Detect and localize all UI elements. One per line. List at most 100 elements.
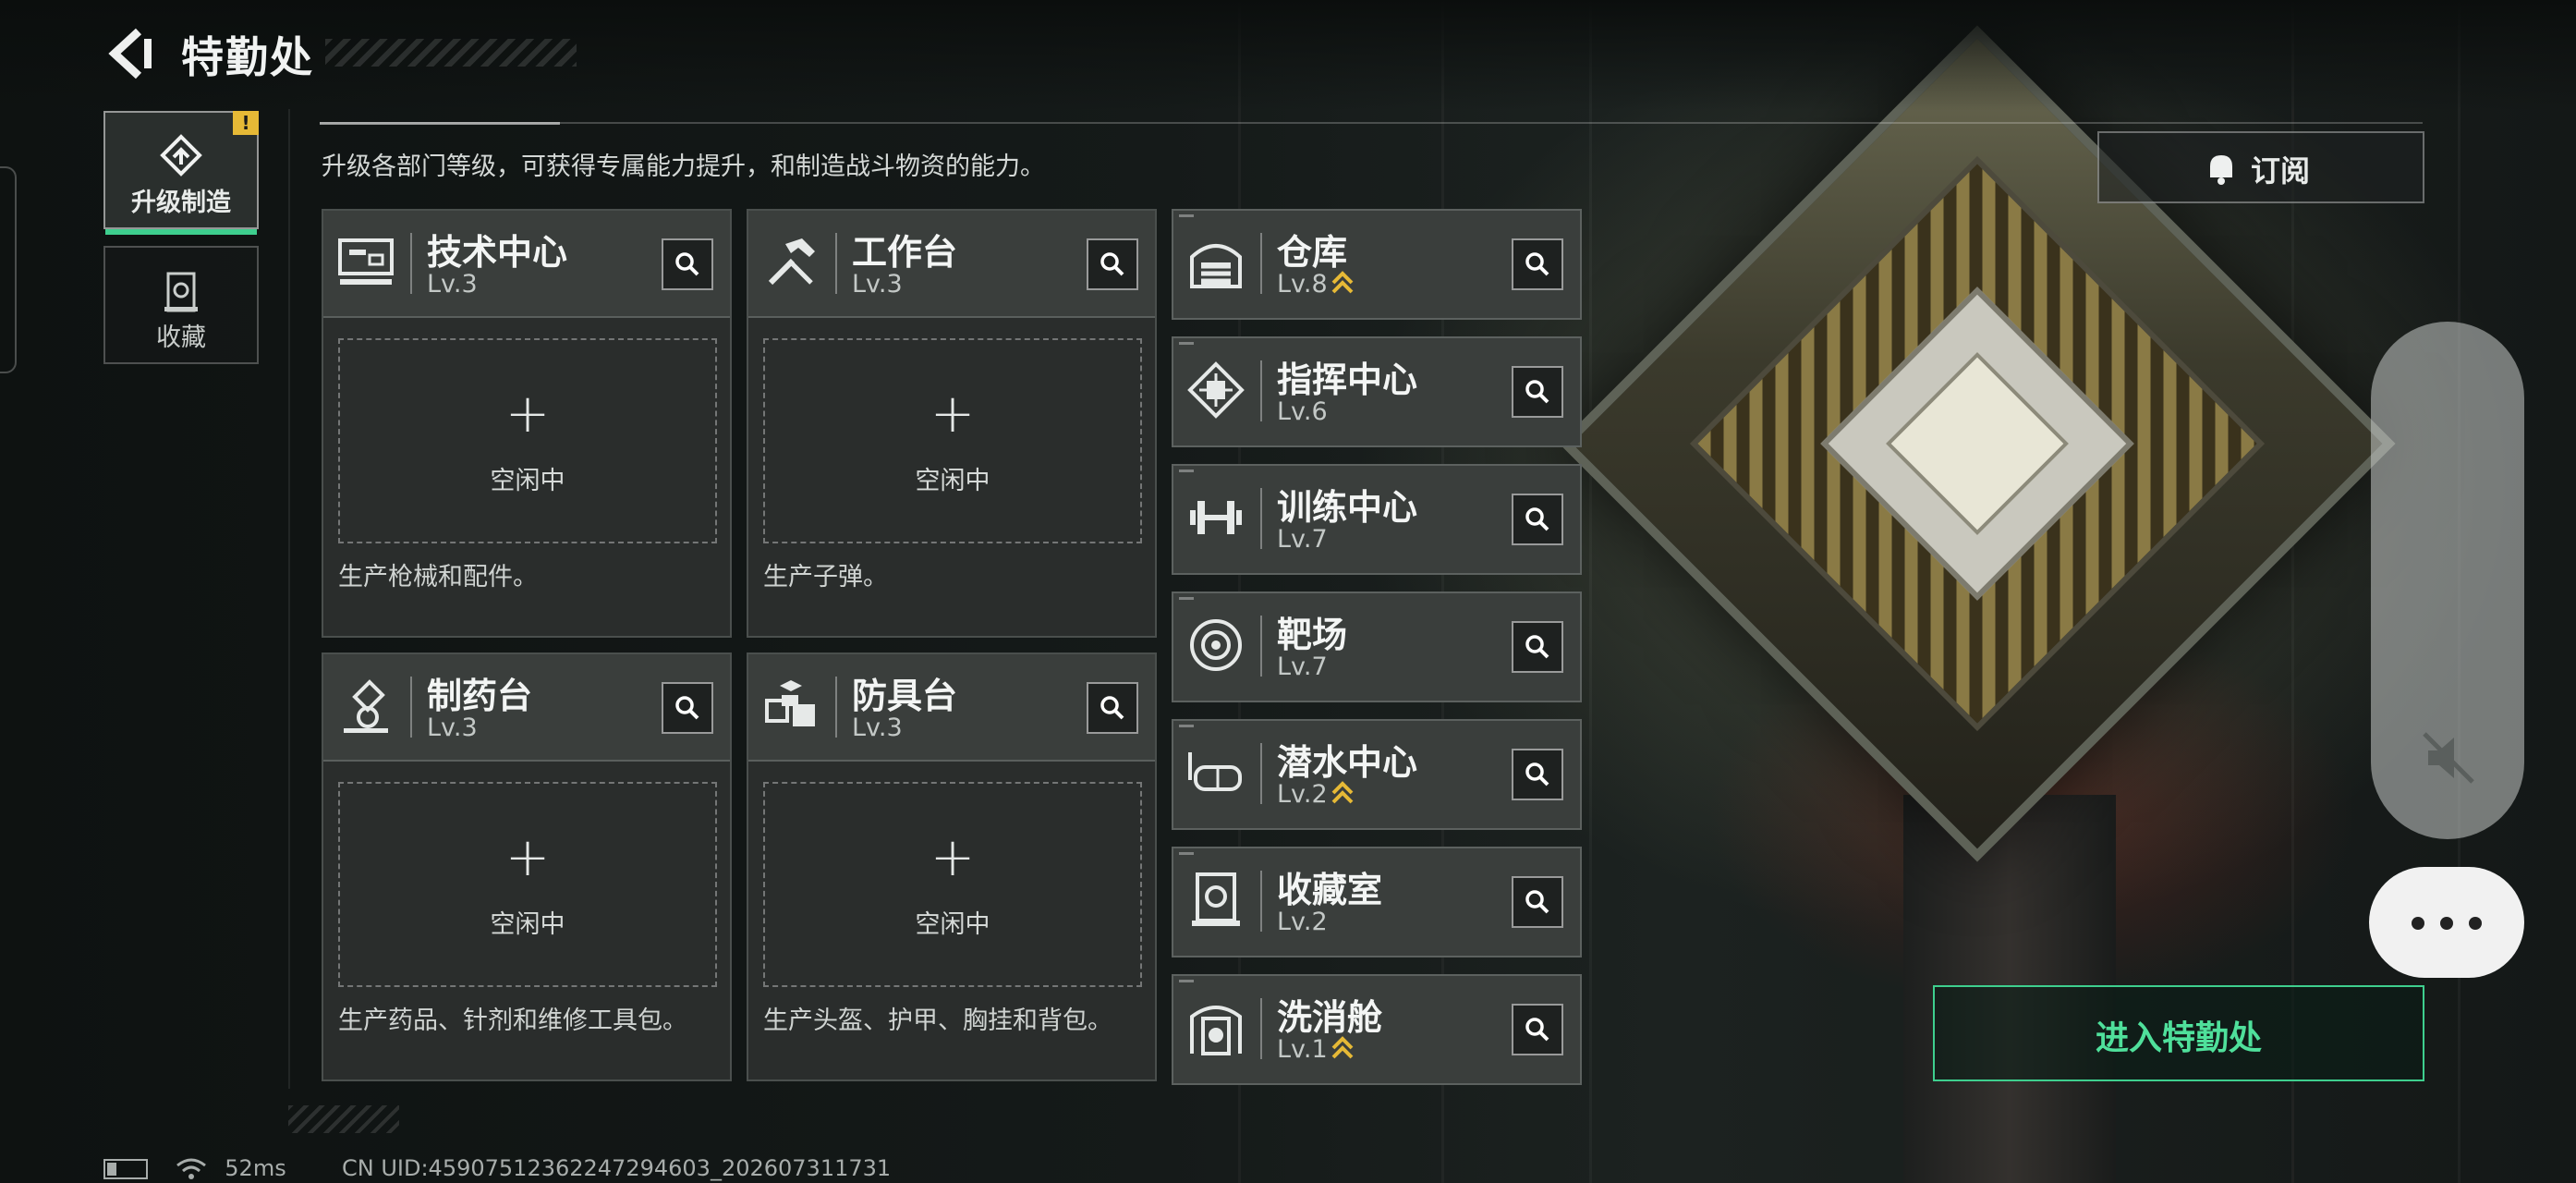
edge-drawer-handle[interactable] — [0, 166, 17, 373]
armor-bench-icon — [765, 680, 815, 726]
production-slot[interactable]: + 空闲中 — [763, 338, 1142, 543]
search-icon — [675, 696, 699, 720]
back-arrow-icon — [108, 28, 152, 79]
search-icon — [1100, 252, 1124, 276]
pharmacy-icon — [344, 679, 388, 733]
upgrade-available-icon — [1331, 1036, 1354, 1059]
title-decoration — [325, 39, 577, 67]
facility-description: 生产子弹。 — [763, 563, 888, 592]
details-search-button[interactable] — [1512, 621, 1563, 673]
slot-status: 空闲中 — [915, 910, 990, 939]
tab-label: 升级制造 — [131, 189, 231, 217]
enter-special-ops-button[interactable]: 进入特勤处 — [1933, 985, 2424, 1081]
facility-command-center[interactable]: 指挥中心 Lv.6 — [1172, 336, 1582, 447]
training-center-icon — [1190, 501, 1242, 534]
back-button[interactable] — [107, 28, 153, 79]
production-slot[interactable]: + 空闲中 — [338, 782, 717, 987]
details-search-button[interactable] — [1512, 366, 1563, 418]
facility-level: Lv.3 — [852, 270, 903, 299]
tab-collection[interactable]: 收藏 — [103, 246, 259, 364]
production-card-workbench: 工作台 Lv.3 + 空闲中 生产子弹。 — [747, 209, 1157, 638]
tech-center-icon — [338, 238, 394, 285]
facility-training-center[interactable]: 训练中心 Lv.7 — [1172, 464, 1582, 575]
card-header[interactable]: 技术中心 Lv.3 — [323, 211, 730, 318]
facility-level: Lv.7 — [1277, 525, 1328, 554]
facility-name: 收藏室 — [1277, 870, 1383, 910]
more-dot-icon — [2412, 917, 2424, 930]
production-slot[interactable]: + 空闲中 — [763, 782, 1142, 987]
wifi-icon — [176, 1158, 206, 1179]
search-icon — [1525, 1018, 1549, 1042]
details-search-button[interactable] — [1512, 238, 1563, 290]
facility-level: Lv.8 — [1277, 270, 1354, 299]
command-center-icon — [1187, 361, 1245, 419]
active-tab-indicator — [105, 229, 257, 235]
facility-level: Lv.1 — [1277, 1035, 1354, 1064]
search-icon — [675, 252, 699, 276]
facility-description: 生产药品、针剂和维修工具包。 — [338, 1006, 687, 1035]
shooting-range-icon — [1190, 619, 1242, 671]
search-icon — [1525, 762, 1549, 787]
facility-name: 仓库 — [1277, 232, 1348, 273]
tab-label: 收藏 — [156, 323, 206, 352]
more-options-button[interactable] — [2369, 867, 2524, 978]
facility-name: 制药台 — [427, 676, 533, 716]
decontamination-icon — [1190, 1006, 1242, 1055]
search-icon — [1525, 380, 1549, 404]
header-divider — [320, 122, 2423, 124]
search-icon — [1100, 696, 1124, 720]
card-header[interactable]: 工作台 Lv.3 — [748, 211, 1155, 318]
subscribe-label: 订阅 — [2251, 153, 2311, 189]
enter-label: 进入特勤处 — [2095, 1019, 2262, 1057]
diving-center-icon — [1188, 752, 1242, 791]
status-bar: 52ms — [103, 1155, 286, 1181]
facility-description: 生产枪械和配件。 — [338, 563, 538, 592]
facility-level: Lv.3 — [852, 713, 903, 742]
production-slot[interactable]: + 空闲中 — [338, 338, 717, 543]
bell-icon — [2210, 155, 2232, 185]
battery-icon — [103, 1159, 148, 1179]
facility-shooting-range[interactable]: 靶场 Lv.7 — [1172, 592, 1582, 702]
subscribe-button[interactable]: 订阅 — [2097, 131, 2424, 203]
facility-name: 防具台 — [852, 676, 958, 716]
mute-icon[interactable] — [2419, 728, 2478, 787]
facility-level: Lv.2 — [1277, 908, 1328, 936]
facility-level: Lv.7 — [1277, 652, 1328, 681]
workbench-icon — [768, 238, 815, 286]
facility-diving-center[interactable]: 潜水中心 Lv.2 — [1172, 719, 1582, 830]
tab-upgrade-craft[interactable]: ! 升级制造 — [103, 111, 259, 235]
facility-level: Lv.6 — [1277, 397, 1328, 426]
facility-name: 指挥中心 — [1277, 360, 1418, 400]
facility-warehouse[interactable]: 仓库 Lv.8 — [1172, 209, 1582, 320]
details-search-button[interactable] — [662, 238, 713, 290]
details-search-button[interactable] — [1087, 682, 1138, 734]
details-search-button[interactable] — [1512, 494, 1563, 545]
facility-name: 技术中心 — [427, 232, 568, 273]
add-icon: + — [504, 825, 551, 888]
add-icon: + — [930, 825, 976, 888]
details-search-button[interactable] — [1512, 876, 1563, 928]
facility-name: 靶场 — [1277, 615, 1348, 655]
production-card-armor-bench: 防具台 Lv.3 + 空闲中 生产头盔、护甲、胸挂和背包。 — [747, 652, 1157, 1081]
add-icon: + — [504, 382, 551, 445]
facility-decontamination[interactable]: 洗消舱 Lv.1 — [1172, 974, 1582, 1085]
user-uid: CN UID:4590751236224729460­3_20260731173… — [342, 1155, 892, 1181]
production-card-tech-center: 技术中心 Lv.3 + 空闲中 生产枪械和配件。 — [322, 209, 732, 638]
facility-name: 训练中心 — [1277, 487, 1418, 528]
details-search-button[interactable] — [1512, 1004, 1563, 1055]
floating-toolbar[interactable] — [2371, 322, 2524, 839]
page-description: 升级各部门等级，可获得专属能力提升，和制造战斗物资的能力。 — [322, 152, 1045, 181]
card-header[interactable]: 制药台 Lv.3 — [323, 654, 730, 762]
facility-collection-room[interactable]: 收藏室 Lv.2 — [1172, 847, 1582, 957]
facility-level: Lv.3 — [427, 270, 478, 299]
latency-readout: 52ms — [225, 1155, 286, 1181]
details-search-button[interactable] — [662, 682, 713, 734]
card-header[interactable]: 防具台 Lv.3 — [748, 654, 1155, 762]
details-search-button[interactable] — [1512, 749, 1563, 800]
facility-level: Lv.3 — [427, 713, 478, 742]
page-title: 特勤处 — [181, 32, 314, 82]
slot-status: 空闲中 — [490, 910, 565, 939]
facility-name: 潜水中心 — [1277, 742, 1418, 783]
details-search-button[interactable] — [1087, 238, 1138, 290]
add-icon: + — [930, 382, 976, 445]
